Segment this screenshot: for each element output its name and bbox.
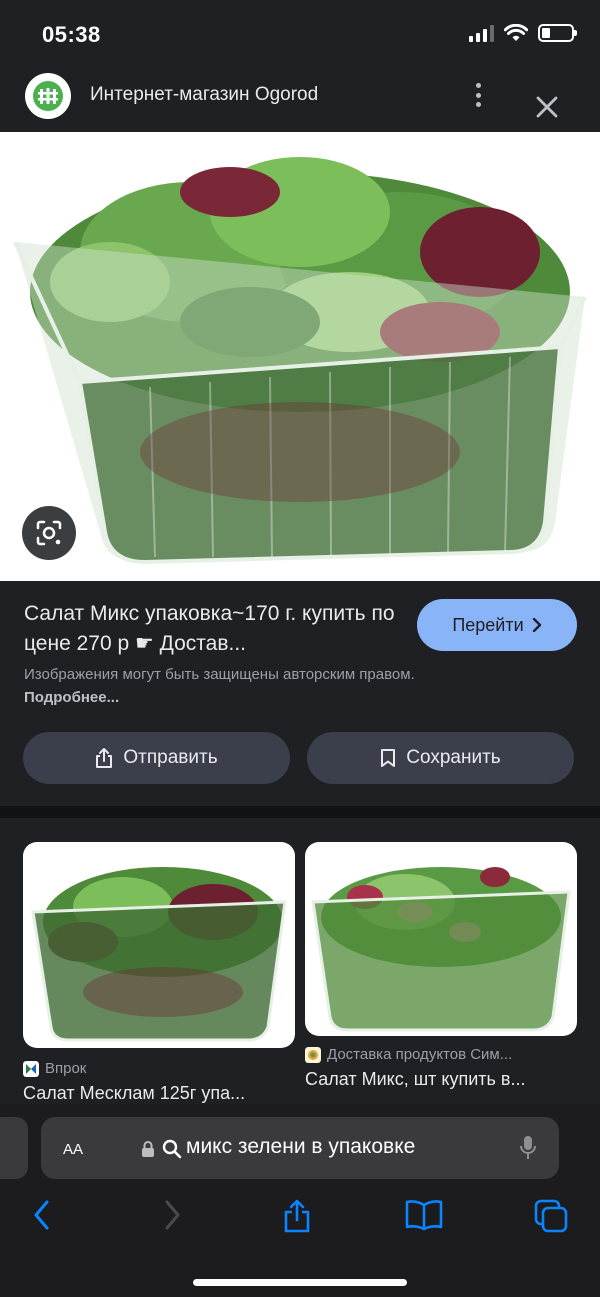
visit-button-label: Перейти	[452, 614, 524, 635]
store-favicon-icon	[305, 1046, 321, 1063]
tabs-icon[interactable]	[533, 1198, 569, 1234]
status-bar: 05:38	[0, 0, 600, 70]
home-indicator[interactable]	[193, 1279, 407, 1286]
related-source-name: Впрок	[45, 1060, 87, 1077]
back-icon[interactable]	[30, 1198, 54, 1232]
microphone-icon[interactable]	[519, 1135, 537, 1161]
fence-icon	[33, 81, 63, 111]
save-button-label: Сохранить	[406, 747, 501, 768]
close-icon[interactable]	[532, 92, 562, 122]
reader-settings-button[interactable]: AA	[63, 1137, 83, 1160]
related-card[interactable]: Впрок Салат Месклам 125г упа...	[23, 842, 295, 1104]
wifi-icon	[504, 24, 528, 41]
related-thumbnail[interactable]	[305, 842, 577, 1036]
related-title[interactable]: Салат Микс, шт купить в...	[305, 1069, 577, 1090]
salad-container-image	[13, 157, 587, 565]
forward-icon[interactable]	[160, 1198, 184, 1232]
share-button-label: Отправить	[123, 747, 218, 768]
share-icon	[96, 748, 113, 768]
browser-toolbar: AA микс зелени в упаковке	[0, 1104, 600, 1297]
more-options-icon[interactable]	[466, 80, 490, 110]
lock-icon	[142, 1141, 154, 1157]
battery-icon	[538, 24, 577, 42]
address-bar[interactable]: AA микс зелени в упаковке	[41, 1117, 559, 1179]
result-header: Интернет-магазин Ogorod	[0, 70, 600, 132]
main-product-image[interactable]	[0, 132, 600, 581]
bookmarks-icon[interactable]	[405, 1198, 443, 1232]
result-title[interactable]: Салат Микс упаковка~170 г. купить по цен…	[24, 599, 404, 659]
status-icons	[469, 24, 577, 42]
more-info-link[interactable]: Подробнее...	[24, 689, 119, 706]
result-info: Салат Микс упаковка~170 г. купить по цен…	[0, 581, 600, 806]
chevron-right-icon	[532, 618, 541, 632]
site-logo[interactable]	[25, 73, 71, 119]
status-time: 05:38	[42, 22, 101, 47]
save-button[interactable]: Сохранить	[307, 732, 574, 784]
related-source-name: Доставка продуктов Сим...	[327, 1046, 513, 1063]
vprok-favicon-icon	[23, 1060, 39, 1077]
salad-thumbnail-image	[311, 867, 571, 1032]
salad-thumbnail-image	[31, 867, 287, 1042]
share-sheet-icon[interactable]	[282, 1198, 312, 1234]
related-title[interactable]: Салат Месклам 125г упа...	[23, 1083, 295, 1104]
related-source: Впрок	[23, 1060, 295, 1077]
lens-icon	[36, 520, 62, 546]
address-query-text[interactable]: микс зелени в упаковке	[186, 1135, 415, 1159]
reader-settings-label: AA	[63, 1141, 84, 1158]
related-images: Впрок Салат Месклам 125г упа... Доставка…	[0, 818, 600, 1108]
share-button[interactable]: Отправить	[23, 732, 290, 784]
related-source: Доставка продуктов Сим...	[305, 1046, 577, 1063]
search-icon	[162, 1139, 182, 1159]
related-card[interactable]: Доставка продуктов Сим... Салат Микс, шт…	[305, 842, 577, 1090]
copyright-notice: Изображения могут быть защищены авторски…	[24, 663, 444, 709]
visit-button[interactable]: Перейти	[417, 599, 577, 651]
related-thumbnail[interactable]	[23, 842, 295, 1048]
section-divider	[0, 806, 600, 818]
site-title[interactable]: Интернет-магазин Ogorod	[90, 84, 318, 106]
previous-tab-preview[interactable]	[0, 1117, 28, 1179]
cellular-signal-icon	[469, 24, 494, 42]
bookmark-icon	[381, 749, 396, 767]
copyright-text: Изображения могут быть защищены авторски…	[24, 666, 415, 683]
google-lens-button[interactable]	[22, 506, 76, 560]
